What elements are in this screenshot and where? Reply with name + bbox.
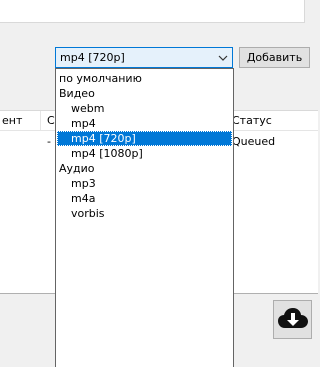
column-header-second[interactable]: С [47, 114, 55, 127]
format-option[interactable]: mp3 [57, 176, 232, 191]
download-button[interactable] [273, 300, 312, 339]
format-option[interactable]: webm [57, 101, 232, 116]
format-option[interactable]: mp4 [1080p] [57, 146, 232, 161]
chevron-down-icon [218, 53, 228, 63]
format-combobox-value: mp4 [720p] [60, 51, 125, 64]
format-combobox[interactable]: mp4 [720p] [55, 47, 233, 68]
format-dropdown-list[interactable]: по умолчанию Видео webm mp4 mp4 [720p] mp4 [1… [55, 68, 234, 367]
add-button[interactable]: Добавить [239, 47, 310, 68]
format-option[interactable]: по умолчанию [57, 71, 232, 86]
url-scrollbar[interactable] [305, 0, 318, 22]
column-divider[interactable] [40, 111, 41, 130]
format-option[interactable]: mp4 [720p] [57, 131, 232, 146]
column-header-status[interactable]: Статус [232, 114, 272, 127]
url-textarea[interactable] [0, 0, 305, 23]
format-option[interactable]: Видео [57, 86, 232, 101]
column-header-comment[interactable]: ент [2, 114, 22, 127]
format-option[interactable]: vorbis [57, 206, 232, 221]
format-option[interactable]: mp4 [57, 116, 232, 131]
format-option[interactable]: m4a [57, 191, 232, 206]
table-cell-second: - [47, 135, 51, 148]
format-option[interactable]: Аудио [57, 161, 232, 176]
table-cell-status: Queued [232, 135, 276, 148]
